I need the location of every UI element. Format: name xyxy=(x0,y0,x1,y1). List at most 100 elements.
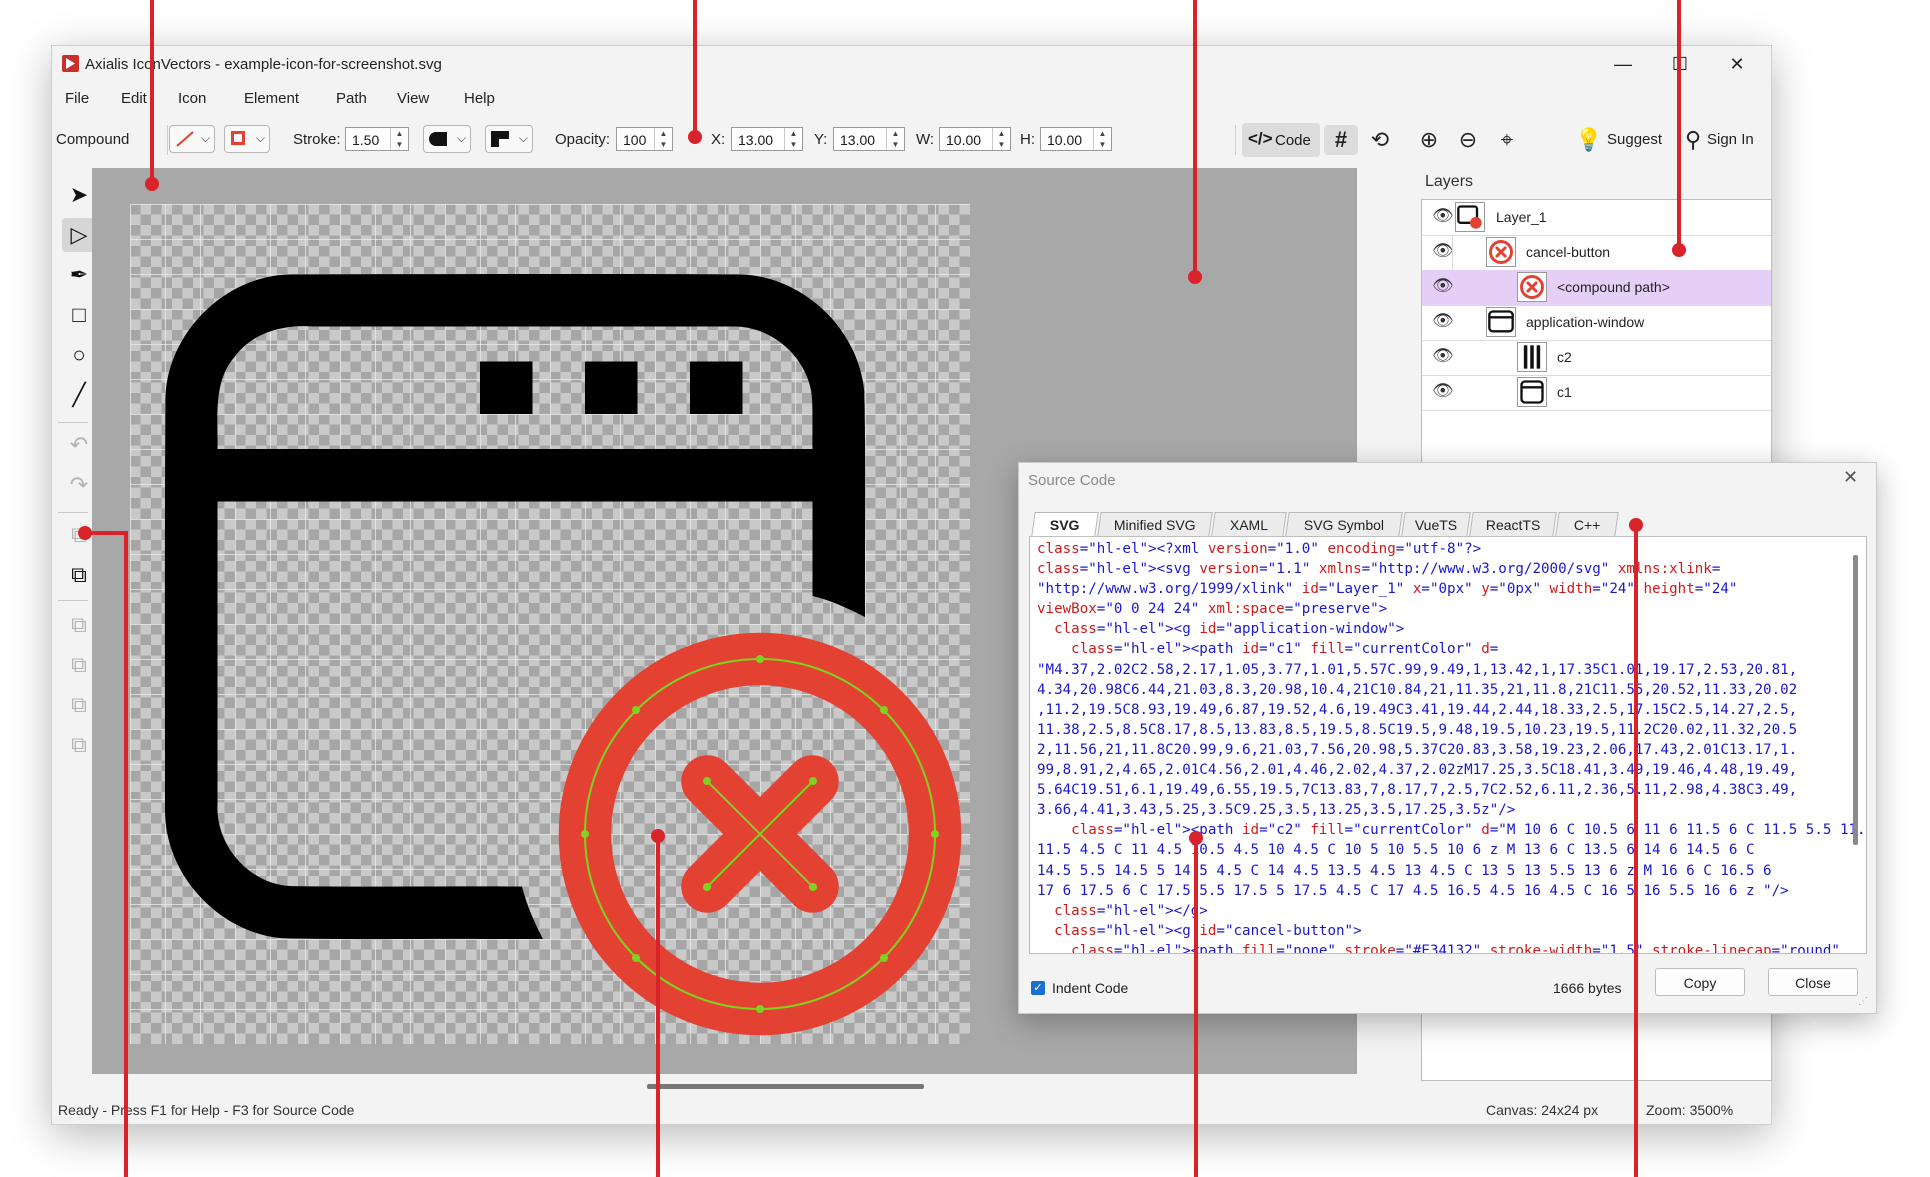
h-input[interactable]: 10.00 ▲ ▼ xyxy=(1040,127,1112,151)
icon-canvas[interactable] xyxy=(130,204,970,1044)
tab-vuets[interactable]: VueTS xyxy=(1401,512,1471,536)
layer-row-layer-1[interactable]: 👁 Layer_1 xyxy=(1422,200,1771,236)
eye-icon[interactable]: 👁 xyxy=(1432,381,1454,401)
h-value: 10.00 xyxy=(1047,132,1083,148)
layer-row-c1[interactable]: 👁 c1 xyxy=(1422,375,1771,411)
select-arrow-icon[interactable]: ➤ xyxy=(62,178,96,212)
zoom-out-icon[interactable]: ⊖ xyxy=(1451,125,1485,155)
lightbulb-icon[interactable]: 💡 xyxy=(1572,125,1606,155)
sign-in-button[interactable]: Sign In xyxy=(1707,131,1754,148)
pen-tool-icon[interactable]: ✒ xyxy=(62,258,96,292)
tab-xaml[interactable]: XAML xyxy=(1211,512,1287,536)
layer-row-cancel-button[interactable]: 👁 cancel-button xyxy=(1422,235,1771,271)
tab-minified-svg[interactable]: Minified SVG xyxy=(1097,512,1213,536)
intersect-icon[interactable]: ⧉ xyxy=(62,648,96,682)
stroke-color-dropdown[interactable]: ⌵ xyxy=(224,125,270,153)
layer-row-application-window[interactable]: 👁 application-window xyxy=(1422,305,1771,341)
stepper-arrows-icon[interactable]: ▲ ▼ xyxy=(654,128,672,150)
resize-grip-icon[interactable]: ⋰ xyxy=(1858,996,1868,1007)
opacity-input[interactable]: 100 ▲ ▼ xyxy=(616,127,673,151)
stepper-arrows-icon[interactable]: ▲ ▼ xyxy=(390,128,408,150)
y-input[interactable]: 13.00 ▲ ▼ xyxy=(833,127,905,151)
menu-path[interactable]: Path xyxy=(336,90,367,107)
close-icon[interactable]: ✕ xyxy=(1843,467,1858,488)
line-join-dropdown[interactable]: ⌵ xyxy=(485,125,533,153)
line-cap-dropdown[interactable]: ⌵ xyxy=(423,125,471,153)
palette-divider xyxy=(58,600,88,601)
exclude-icon[interactable]: ⧉ xyxy=(62,688,96,722)
code-scrollbar[interactable] xyxy=(1853,555,1858,845)
layer-thumbnail xyxy=(1455,202,1485,232)
layer-name: c1 xyxy=(1557,384,1572,400)
tab-svg[interactable]: SVG xyxy=(1031,512,1099,536)
menu-view[interactable]: View xyxy=(397,90,429,107)
user-icon[interactable]: ⚲ xyxy=(1676,125,1710,155)
menu-edit[interactable]: Edit xyxy=(121,90,147,107)
close-button[interactable]: Close xyxy=(1768,968,1858,996)
callout-line xyxy=(1193,0,1197,276)
code-toggle-button[interactable]: </> Code xyxy=(1242,123,1320,157)
horizontal-scrollbar[interactable] xyxy=(647,1084,924,1089)
canvas-size-text: Canvas: 24x24 px xyxy=(1486,1102,1599,1118)
palette-divider xyxy=(58,512,88,513)
stepper-arrows-icon[interactable]: ▲ ▼ xyxy=(886,128,904,150)
grid-icon[interactable]: # xyxy=(1324,125,1358,155)
rectangle-tool-icon[interactable]: □ xyxy=(62,298,96,332)
stepper-arrows-icon[interactable]: ▲ ▼ xyxy=(1093,128,1111,150)
divide-icon[interactable]: ⧉ xyxy=(62,728,96,762)
eye-icon[interactable]: 👁 xyxy=(1432,206,1454,226)
dialog-title: Source Code xyxy=(1028,472,1116,489)
stepper-arrows-icon[interactable]: ▲ ▼ xyxy=(784,128,802,150)
ellipse-tool-icon[interactable]: ○ xyxy=(62,338,96,372)
minimize-button[interactable]: — xyxy=(1595,46,1651,83)
toolbar-divider xyxy=(167,125,168,155)
stepper-arrows-icon[interactable]: ▲ ▼ xyxy=(992,128,1010,150)
callout-dot xyxy=(1189,831,1203,845)
zoom-fit-icon[interactable]: ⌖ xyxy=(1490,125,1524,155)
eye-icon[interactable]: 👁 xyxy=(1432,346,1454,366)
tab-cpp[interactable]: C++ xyxy=(1555,512,1619,536)
menu-file[interactable]: File xyxy=(65,90,89,107)
indent-code-checkbox[interactable]: ✓ xyxy=(1031,981,1045,995)
window-title: Axialis IconVectors - example-icon-for-s… xyxy=(85,56,442,73)
line-cap-icon xyxy=(429,132,447,146)
direct-select-icon[interactable]: ▷ xyxy=(62,218,96,252)
menu-element[interactable]: Element xyxy=(244,90,299,107)
subtract-icon[interactable]: ⧉ xyxy=(62,608,96,642)
eye-icon[interactable]: 👁 xyxy=(1432,241,1454,261)
c2-thumbnail xyxy=(1517,342,1547,372)
undo-icon[interactable]: ↶ xyxy=(62,428,96,462)
menu-help[interactable]: Help xyxy=(464,90,495,107)
suggest-button[interactable]: Suggest xyxy=(1607,131,1662,148)
layer-name: application-window xyxy=(1526,314,1645,330)
callout-line xyxy=(1677,0,1681,249)
tab-reactts[interactable]: ReactTS xyxy=(1469,512,1557,536)
redo-icon[interactable]: ↷ xyxy=(62,468,96,502)
copy-button[interactable]: Copy xyxy=(1655,968,1745,996)
line-tool-icon[interactable]: ╱ xyxy=(62,378,96,412)
compound-path-icon[interactable]: ⧉ xyxy=(62,558,96,592)
close-window-button[interactable]: ✕ xyxy=(1709,46,1765,83)
tree-guide xyxy=(1452,235,1453,270)
w-input[interactable]: 10.00 ▲ ▼ xyxy=(939,127,1011,151)
eye-icon[interactable]: 👁 xyxy=(1432,311,1454,331)
chevron-down-icon: ⌵ xyxy=(255,131,265,145)
stroke-width-input[interactable]: 1.50 ▲ ▼ xyxy=(345,127,409,151)
snap-icon[interactable]: ⟲ xyxy=(1363,125,1397,155)
menu-icon[interactable]: Icon xyxy=(178,90,206,107)
layer-row-c2[interactable]: 👁 c2 xyxy=(1422,340,1771,376)
callout-dot xyxy=(688,130,702,144)
tab-svg-symbol[interactable]: SVG Symbol xyxy=(1285,512,1403,536)
window-thumbnail xyxy=(1486,307,1516,337)
fill-color-dropdown[interactable]: ⌵ xyxy=(169,125,215,153)
eye-icon[interactable]: 👁 xyxy=(1432,276,1454,296)
code-editor[interactable]: class="hl-el"><?xml version="1.0" encodi… xyxy=(1029,536,1867,954)
title-bar: Axialis IconVectors - example-icon-for-s… xyxy=(52,46,1771,83)
callout-line xyxy=(1194,837,1198,1177)
callout-dot xyxy=(78,526,92,540)
callout-line xyxy=(693,0,697,136)
x-input[interactable]: 13.00 ▲ ▼ xyxy=(731,127,803,151)
zoom-in-icon[interactable]: ⊕ xyxy=(1412,125,1446,155)
layer-row-compound-path[interactable]: 👁 <compound path> xyxy=(1422,270,1771,306)
opacity-label: Opacity: xyxy=(555,131,611,148)
